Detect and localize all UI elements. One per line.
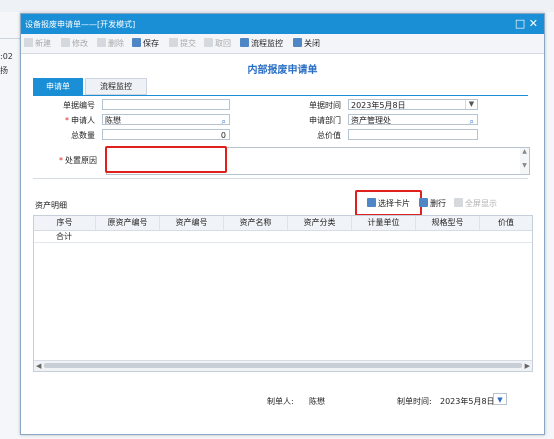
window-title: 设备报废申请单——[开发模式] (25, 20, 136, 29)
new-button[interactable]: 新建 (24, 38, 51, 50)
grid-header: 序号 原资产编号 资产编号 资产名称 资产分类 计量单位 规格型号 价值 (34, 216, 532, 231)
dialog-window: 设备报废申请单——[开发模式] □ ✕ 新建 修改 删除 保存 提交 取回 流程… (20, 13, 545, 435)
applicant-label: * 申请人 (51, 115, 95, 126)
background-text-fragment: :02 扬 (0, 52, 13, 75)
submit-icon (169, 38, 178, 47)
column-header[interactable]: 规格型号 (416, 216, 480, 230)
make-time-value: 2023年5月8日 (440, 397, 495, 406)
submit-button[interactable]: 提交 (169, 38, 196, 50)
make-time-label: 制单时间: (397, 397, 432, 406)
total-value-input[interactable] (348, 129, 478, 140)
maker-label: 制单人: (267, 397, 294, 406)
highlight-select-card (355, 190, 422, 216)
delete-icon (97, 38, 106, 47)
fullscreen-icon (454, 198, 463, 207)
applicant-label-text: 申请人 (71, 116, 95, 125)
page-title: 内部报废申请单 (247, 65, 318, 76)
delete-row-icon (419, 198, 428, 207)
doc-time-label: 单据时间 (309, 101, 341, 110)
column-header[interactable]: 资产名称 (224, 216, 288, 230)
doc-no-input[interactable] (102, 99, 230, 110)
chevron-down-icon[interactable]: ▼ (465, 100, 477, 109)
save-button-label: 保存 (143, 39, 159, 48)
edit-icon (61, 38, 70, 47)
required-mark: * (65, 116, 69, 125)
fullscreen-button[interactable]: 全屏显示 (454, 198, 497, 210)
doc-time-select[interactable]: 2023年5月8日 ▼ (348, 99, 478, 110)
total-row-label: 合计 (56, 232, 72, 241)
recall-button[interactable]: 取回 (204, 38, 231, 50)
process-monitor-button[interactable]: 流程监控 (240, 38, 283, 50)
highlight-reason-box (105, 146, 227, 173)
monitor-icon (240, 38, 249, 47)
close-button-label: 关闭 (304, 39, 320, 48)
reason-label: * 处置原因 (41, 155, 97, 166)
chevron-down-icon[interactable]: ▼ (493, 393, 507, 405)
save-icon (132, 38, 141, 47)
search-icon[interactable]: ⌕ (470, 116, 474, 127)
delete-button[interactable]: 删除 (97, 38, 124, 50)
dept-label: 申请部门 (309, 116, 341, 125)
applicant-input[interactable]: 陈懋 ⌕ (102, 114, 230, 127)
title-bar: 设备报废申请单——[开发模式] □ ✕ (21, 14, 544, 34)
tab-underline (33, 95, 528, 96)
new-button-label: 新建 (35, 39, 51, 48)
search-icon[interactable]: ⌕ (222, 116, 226, 127)
doc-no-label: 单据编号 (63, 101, 95, 110)
dept-value: 资产管理处 (351, 116, 391, 125)
total-qty-label: 总数量 (71, 131, 95, 140)
section-divider (33, 178, 528, 179)
close-button[interactable]: 关闭 (293, 38, 320, 50)
toolbar: 新建 修改 删除 保存 提交 取回 流程监控 关闭 (21, 34, 544, 54)
delete-row-button[interactable]: 删行 (419, 198, 446, 210)
column-header[interactable]: 原资产编号 (96, 216, 160, 230)
column-header[interactable]: 计量单位 (352, 216, 416, 230)
required-mark: * (59, 156, 63, 165)
total-row: 合计 (34, 231, 532, 243)
delete-button-label: 删除 (108, 39, 124, 48)
column-header[interactable]: 价值 (480, 216, 532, 230)
scrollbar-thumb[interactable] (44, 363, 522, 368)
scroll-left-icon[interactable]: ◀ (36, 361, 41, 371)
reason-label-text: 处置原因 (65, 156, 97, 165)
process-monitor-label: 流程监控 (251, 39, 283, 48)
tab-application[interactable]: 申请单 (33, 78, 83, 95)
column-header[interactable]: 资产编号 (160, 216, 224, 230)
applicant-value: 陈懋 (105, 116, 121, 125)
doc-time-value: 2023年5月8日 (351, 101, 406, 110)
window-controls-icon[interactable]: □ ✕ (515, 17, 538, 30)
column-header[interactable]: 资产分类 (288, 216, 352, 230)
save-button[interactable]: 保存 (132, 38, 159, 50)
horizontal-scrollbar[interactable]: ◀ ▶ (34, 360, 532, 371)
recall-button-label: 取回 (215, 39, 231, 48)
close-icon (293, 38, 302, 47)
reason-scrollbar[interactable]: ▲ ▼ (520, 147, 530, 175)
submit-button-label: 提交 (180, 39, 196, 48)
total-qty-input[interactable]: 0 (102, 129, 230, 140)
new-icon (24, 38, 33, 47)
delete-row-label: 删行 (430, 199, 446, 208)
background-divider (0, 38, 22, 39)
recall-icon (204, 38, 213, 47)
dept-input[interactable]: 资产管理处 ⌕ (348, 114, 478, 127)
edit-button[interactable]: 修改 (61, 38, 88, 50)
fullscreen-label: 全屏显示 (465, 199, 497, 208)
tab-process-monitor[interactable]: 流程监控 (85, 78, 147, 95)
assets-section-title: 资产明细 (35, 201, 67, 210)
scroll-right-icon[interactable]: ▶ (525, 361, 530, 371)
total-value-label: 总价值 (317, 131, 341, 140)
maker-value: 陈懋 (309, 397, 325, 406)
edit-button-label: 修改 (72, 39, 88, 48)
column-header[interactable]: 序号 (34, 216, 96, 230)
assets-grid: 序号 原资产编号 资产编号 资产名称 资产分类 计量单位 规格型号 价值 合计 … (33, 215, 533, 372)
background-app-strip (0, 0, 554, 12)
